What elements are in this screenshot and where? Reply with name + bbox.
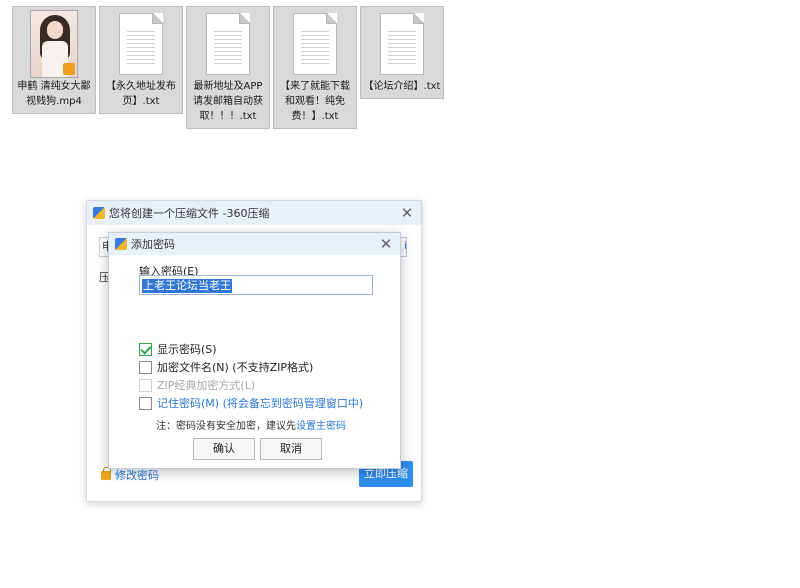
modify-password-link[interactable]: 修改密码	[101, 466, 159, 483]
checkbox-checked[interactable]	[139, 342, 152, 356]
file-item-video[interactable]: 申鹤 清纯女大鄙视贱狗.mp4	[12, 6, 96, 114]
360zip-icon	[93, 207, 105, 219]
file-item-txt[interactable]: 最新地址及APP请发邮箱自动获取！！！.txt	[186, 6, 270, 129]
confirm-button[interactable]: 确认	[193, 438, 255, 460]
option-label: 显示密码(S)	[157, 343, 217, 356]
option-label: 记住密码(M) (将会备忘到密码管理窗口中)	[157, 397, 364, 410]
close-icon[interactable]: ✕	[378, 236, 394, 252]
zip-classic-encryption-option: ZIP经典加密方式(L)	[139, 377, 255, 393]
add-password-dialog: 添加密码 ✕ 输入密码(E) 上老王论坛当老王 显示密码(S) 加密文件名(N)…	[108, 232, 401, 469]
password-value: 上老王论坛当老王	[142, 279, 232, 293]
file-item-txt[interactable]: 【永久地址发布页】.txt	[99, 6, 183, 114]
file-item-txt[interactable]: 【论坛介绍】.txt	[360, 6, 444, 99]
lock-icon	[101, 466, 111, 480]
password-input[interactable]: 上老王论坛当老王	[139, 275, 373, 295]
dialog-title: 添加密码	[131, 238, 175, 251]
file-name: 申鹤 清纯女大鄙视贱狗.mp4	[17, 81, 91, 107]
encrypt-filenames-option[interactable]: 加密文件名(N) (不支持ZIP格式)	[139, 359, 313, 375]
file-name: 【来了就能下载和观看！纯免费！】.txt	[280, 81, 350, 122]
option-label: ZIP经典加密方式(L)	[157, 379, 256, 392]
dialog-title: 您将创建一个压缩文件 -360压缩	[109, 207, 270, 220]
360zip-icon	[115, 238, 127, 250]
option-label: 加密文件名(N) (不支持ZIP格式)	[157, 361, 314, 374]
file-item-txt[interactable]: 【来了就能下载和观看！纯免费！】.txt	[273, 6, 357, 129]
checkbox[interactable]	[139, 396, 152, 410]
dialog-titlebar: 您将创建一个压缩文件 -360压缩	[87, 201, 421, 225]
text-file-icon	[293, 9, 337, 79]
cancel-button[interactable]: 取消	[260, 438, 322, 460]
text-file-icon	[206, 9, 250, 79]
text-file-icon	[119, 9, 163, 79]
checkbox[interactable]	[139, 360, 152, 374]
file-name: 最新地址及APP请发邮箱自动获取！！！.txt	[193, 81, 263, 122]
dialog-titlebar: 添加密码	[109, 233, 400, 255]
show-password-option[interactable]: 显示密码(S)	[139, 341, 217, 357]
browse-button[interactable]: i	[404, 239, 407, 252]
set-master-password-link[interactable]: 设置主密码	[296, 421, 346, 432]
close-icon[interactable]: ✕	[399, 205, 415, 221]
video-thumbnail	[30, 9, 78, 79]
modify-password-label: 修改密码	[115, 469, 159, 482]
checkbox-disabled	[139, 378, 152, 392]
security-note: 注：密码没有安全加密，建议先设置主密码	[156, 417, 346, 432]
file-name: 【论坛介绍】.txt	[363, 81, 441, 92]
text-file-icon	[380, 9, 424, 79]
note-text: 注：密码没有安全加密，建议先	[156, 421, 296, 432]
file-name: 【永久地址发布页】.txt	[106, 81, 176, 107]
remember-password-option[interactable]: 记住密码(M) (将会备忘到密码管理窗口中)	[139, 395, 363, 411]
